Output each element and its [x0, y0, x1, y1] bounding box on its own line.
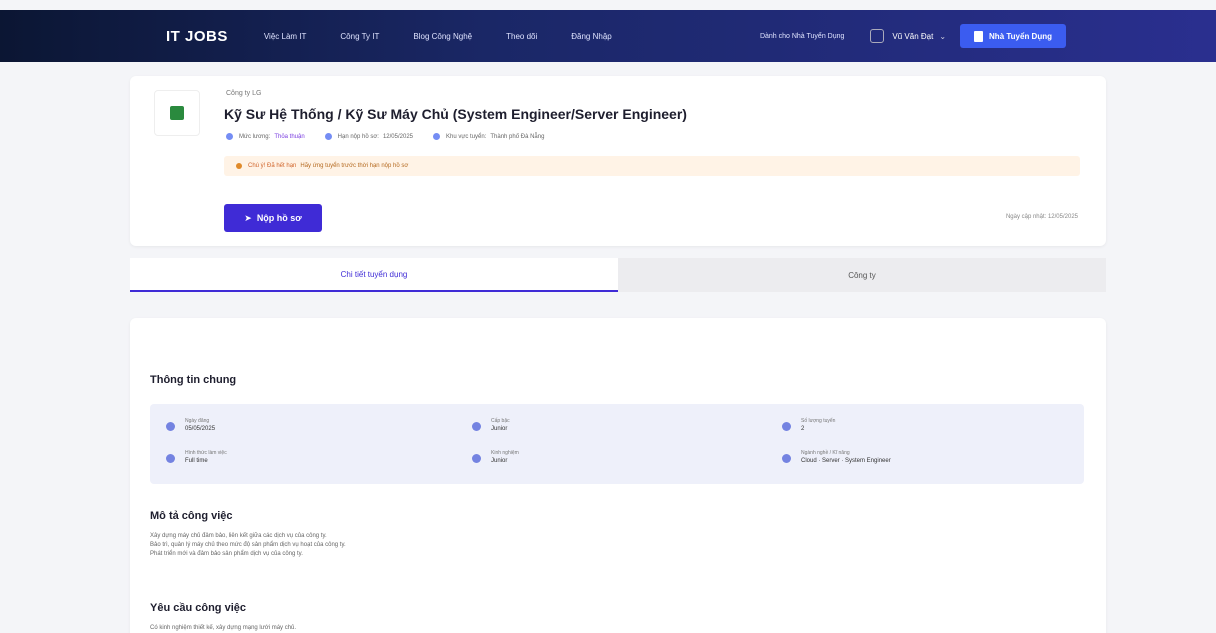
calendar-icon: [166, 422, 175, 431]
info-value: Cloud · Server · System Engineer: [801, 458, 891, 464]
job-meta: Mức lương: Thỏa thuận Hạn nộp hồ sơ: 12/…: [226, 133, 564, 140]
company-name[interactable]: Công ty LG: [226, 90, 261, 97]
job-header-card: Công ty LG Kỹ Sư Hệ Thống / Kỹ Sư Máy Ch…: [130, 76, 1106, 246]
nav-link-blog[interactable]: Blog Công Nghệ: [413, 32, 472, 41]
job-title: Kỹ Sư Hệ Thống / Kỹ Sư Máy Chủ (System E…: [224, 106, 687, 122]
info-value: 05/05/2025: [185, 426, 216, 432]
tag-icon: [782, 454, 791, 463]
info-label: Ngày đăng: [185, 418, 210, 424]
calendar-icon: [324, 133, 332, 140]
apply-button[interactable]: ➤ Nộp hồ sơ: [224, 204, 322, 232]
info-value: Full time: [185, 458, 208, 464]
job-description-text: Xây dựng máy chủ đảm bảo, liên kết giữa …: [150, 532, 346, 559]
location-value: Thành phố Đà Nẵng: [490, 133, 545, 140]
send-icon: ➤: [244, 212, 252, 223]
info-value: Junior: [491, 458, 508, 464]
chevron-down-icon: ⌄: [939, 31, 947, 41]
user-menu[interactable]: Vũ Văn Đạt ⌄: [870, 29, 946, 43]
clock-icon: [166, 454, 175, 463]
info-posted-date: Ngày đăng 05/05/2025: [166, 418, 215, 432]
info-level: Cấp bậc Junior: [472, 418, 510, 432]
nav-link-follow[interactable]: Theo dõi: [506, 32, 537, 41]
location-icon: [433, 133, 440, 140]
money-icon: [226, 133, 233, 140]
post-job-button-label: Nhà Tuyển Dụng: [989, 31, 1052, 41]
expired-warning: Chú ý! Đã hết hạn Hãy ứng tuyển trước th…: [224, 156, 1080, 176]
info-headcount: Số lượng tuyển 2: [782, 418, 835, 432]
company-logo[interactable]: [154, 90, 200, 136]
description-line: Phát triển mới và đảm bảo sản phẩm dịch …: [150, 551, 303, 557]
location-label: Khu vực tuyển:: [446, 133, 487, 140]
info-label: Số lượng tuyển: [801, 418, 836, 424]
general-info-box: Ngày đăng 05/05/2025 Cấp bậc Junior Số l…: [150, 404, 1084, 484]
people-icon: [782, 422, 791, 431]
description-line: Xây dựng máy chủ đảm bảo, liên kết giữa …: [150, 533, 327, 539]
nav-link-companies[interactable]: Công Ty IT: [340, 32, 379, 41]
post-job-button[interactable]: Nhà Tuyển Dụng: [960, 24, 1066, 48]
job-details-card: Thông tin chung Ngày đăng 05/05/2025 Cấp…: [130, 318, 1106, 633]
deadline-value: 12/05/2025: [382, 133, 413, 140]
info-work-type: Hình thức làm việc Full time: [166, 450, 227, 464]
warning-strong: Chú ý! Đã hết hạn: [248, 163, 297, 169]
document-icon: [974, 30, 984, 42]
location-meta: Khu vực tuyển: Thành phố Đà Nẵng: [433, 133, 544, 140]
warning-icon: [236, 163, 242, 169]
detail-tabs: Chi tiết tuyển dụng Công ty: [130, 258, 1106, 292]
info-experience: Kinh nghiệm Junior: [472, 450, 519, 464]
top-navbar: IT JOBS Việc Làm IT Công Ty IT Blog Công…: [0, 10, 1216, 62]
info-skills: Ngành nghề / Kĩ năng Cloud · Server · Sy…: [782, 450, 891, 464]
warning-text: Hãy ứng tuyển trước thời hạn nộp hồ sơ: [300, 163, 409, 169]
site-logo[interactable]: IT JOBS: [166, 28, 228, 45]
deadline-meta: Hạn nộp hồ sơ: 12/05/2025: [324, 133, 413, 140]
info-label: Kinh nghiệm: [491, 450, 519, 456]
salary-label: Mức lương:: [239, 133, 271, 140]
job-requirements-title: Yêu cầu công việc: [150, 602, 246, 614]
tab-job-details[interactable]: Chi tiết tuyển dụng: [130, 258, 618, 292]
deadline-label: Hạn nộp hồ sơ:: [337, 133, 379, 140]
level-icon: [472, 422, 481, 431]
company-logo-mark: [170, 106, 184, 120]
info-value: 2: [801, 426, 805, 432]
salary-meta: Mức lương: Thỏa thuận: [226, 133, 305, 140]
employer-link[interactable]: Dành cho Nhà Tuyển Dụng: [760, 33, 844, 40]
user-icon: [870, 29, 885, 43]
user-name: Vũ Văn Đạt: [892, 31, 934, 41]
job-description-title: Mô tả công việc: [150, 510, 233, 522]
update-note: Ngày cập nhật: 12/05/2025: [1005, 214, 1078, 220]
apply-button-label: Nộp hồ sơ: [256, 213, 302, 223]
general-info-title: Thông tin chung: [150, 374, 237, 386]
nav-link-jobs[interactable]: Việc Làm IT: [264, 32, 307, 41]
experience-icon: [472, 454, 481, 463]
job-requirements-text: Có kinh nghiệm thiết kế, xây dựng mạng l…: [150, 625, 297, 631]
description-line: Bảo trì, quản lý máy chủ theo mức độ sản…: [150, 542, 346, 548]
nav-link-login[interactable]: Đăng Nhập: [571, 32, 611, 41]
info-value: Junior: [491, 426, 508, 432]
info-label: Cấp bậc: [491, 418, 510, 424]
tab-company[interactable]: Công ty: [618, 258, 1106, 292]
info-label: Hình thức làm việc: [185, 450, 227, 456]
salary-value: Thỏa thuận: [274, 133, 305, 140]
info-label: Ngành nghề / Kĩ năng: [801, 450, 850, 456]
